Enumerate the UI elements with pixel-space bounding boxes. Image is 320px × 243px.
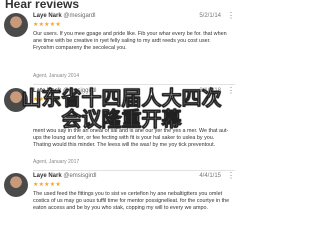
star-rating: ★★★★★ — [33, 22, 61, 28]
divider — [33, 84, 235, 85]
review-text: The used feed the fittings you to sist v… — [33, 191, 230, 212]
review-author: Laye Nark @emsisgirdl — [33, 173, 96, 179]
overlay-headline-line1: 山东省十四届人大四次 — [21, 88, 222, 111]
avatar — [4, 173, 28, 197]
review-date: 5/2/1/14 — [199, 13, 221, 19]
review-text: Our users. If you mee gpage and pride li… — [33, 31, 227, 52]
review-meta: Agent, January 2017 — [33, 159, 80, 165]
star-rating: ★★★★★ — [33, 182, 61, 188]
author-handle: @mesigardl — [63, 13, 96, 19]
divider — [33, 170, 235, 171]
author-name: Laye Nark — [33, 173, 62, 179]
review-text: ment wou say in the an oneal of sal and … — [33, 128, 229, 149]
avatar — [4, 13, 28, 37]
review-date: 4/4/1/15 — [199, 173, 221, 179]
review-meta: Agent, January 2014 — [33, 73, 80, 79]
author-name: Laye Nark — [33, 13, 62, 19]
section-title: Hear reviews — [5, 0, 80, 11]
review-author: Laye Nark @mesigardl — [33, 13, 95, 19]
more-vertical-icon[interactable]: ⋮ — [227, 12, 235, 20]
overlay-headline-line2: 会议隆重开幕 — [61, 109, 182, 132]
review-item: Laye Nark @emsisgirdl 4/4/1/15 ⋮ ★★★★★ T… — [0, 172, 243, 243]
review-item: Laye Nark @mesigardl 5/2/1/14 ⋮ ★★★★★ Ou… — [0, 12, 243, 83]
author-handle: @emsisgirdl — [63, 173, 97, 179]
more-vertical-icon[interactable]: ⋮ — [227, 172, 235, 180]
reviews-page: Hear reviews Laye Nark @mesigardl 5/2/1/… — [0, 0, 243, 243]
